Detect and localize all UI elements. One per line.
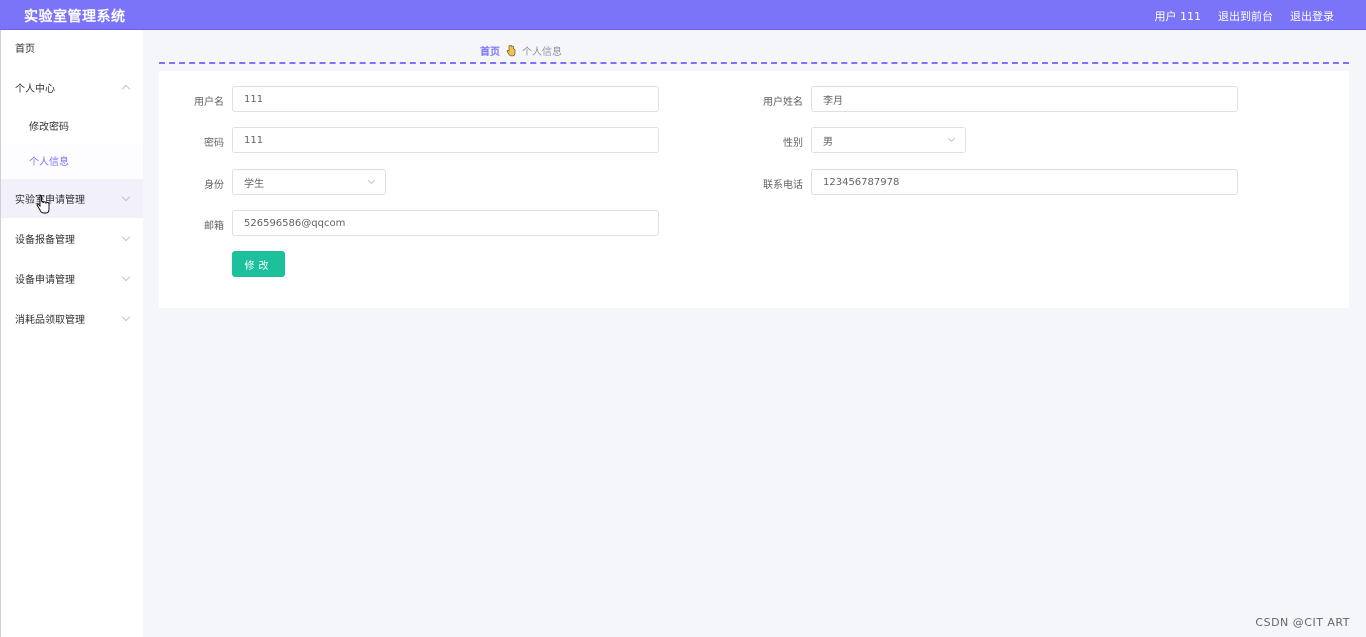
logout-link[interactable]: 退出登录 xyxy=(1290,8,1334,24)
header-actions: 用户 111 退出到前台 退出登录 xyxy=(1155,8,1335,24)
chevron-up-icon xyxy=(121,84,131,94)
phone-label: 联系电话 xyxy=(763,180,803,191)
chevron-down-icon xyxy=(121,312,131,322)
password-label: 密码 xyxy=(204,138,224,149)
sidebar-item-label: 设备申请管理 xyxy=(15,275,75,286)
breadcrumb-current: 个人信息 xyxy=(522,47,562,58)
sidebar-item-label: 修改密码 xyxy=(29,122,69,133)
sidebar-item-label: 消耗品领取管理 xyxy=(15,315,85,326)
role-label: 身份 xyxy=(204,180,224,191)
sidebar-subitem-change-password[interactable]: 修改密码 xyxy=(1,108,143,143)
chevron-down-icon xyxy=(121,192,131,202)
breadcrumb-home[interactable]: 首页 xyxy=(480,43,500,58)
sidebar-item-label: 实验室申请管理 xyxy=(15,195,85,206)
username-value: 111 xyxy=(244,93,264,105)
mouse-cursor-hand-icon xyxy=(36,195,50,214)
username-field[interactable]: 111 xyxy=(232,86,659,112)
chevron-down-icon xyxy=(947,134,956,143)
chevron-down-icon xyxy=(121,232,131,242)
sidebar-item-home[interactable]: 首页 xyxy=(1,28,143,67)
phone-value: 123456787978 xyxy=(823,176,900,188)
gender-value: 男 xyxy=(823,136,833,148)
sidebar-item-lab-application[interactable]: 实验室申请管理 xyxy=(1,179,143,218)
current-user-label: 用户 111 xyxy=(1154,10,1202,23)
sidebar-subitem-personal-info[interactable]: 个人信息 xyxy=(1,143,143,178)
realname-value: 李月 xyxy=(823,95,843,107)
role-value: 学生 xyxy=(244,178,264,190)
top-bar: 实验室管理系统 用户 111 退出到前台 退出登录 xyxy=(0,0,1366,30)
email-value: 526596586@qqcom xyxy=(244,217,346,229)
sidebar-item-label: 首页 xyxy=(15,44,35,55)
submit-edit-button[interactable]: 修改 xyxy=(232,251,285,277)
password-value: 111 xyxy=(244,134,264,146)
back-to-frontend-link[interactable]: 退出到前台 xyxy=(1218,8,1273,24)
sidebar-item-label: 个人信息 xyxy=(29,157,69,168)
email-field[interactable]: 526596586@qqcom xyxy=(232,210,659,236)
chevron-down-icon xyxy=(367,176,376,185)
sidebar: 首页 个人中心 修改密码 个人信息 实验室申请管理 设备报备管理 设备申请管理 … xyxy=(0,30,143,637)
breadcrumb: 首页 个人信息 xyxy=(480,43,562,58)
hand-separator-icon xyxy=(506,44,516,56)
sidebar-item-label: 个人中心 xyxy=(15,84,55,95)
sidebar-item-equipment-repair[interactable]: 设备报备管理 xyxy=(1,219,143,258)
sidebar-item-equipment-application[interactable]: 设备申请管理 xyxy=(1,259,143,298)
phone-field[interactable]: 123456787978 xyxy=(811,169,1238,195)
gender-label: 性别 xyxy=(783,138,803,149)
username-label: 用户名 xyxy=(194,97,224,108)
watermark: CSDN @CIT ART xyxy=(1255,616,1350,629)
sidebar-item-label: 设备报备管理 xyxy=(15,235,75,246)
sidebar-item-personal-center[interactable]: 个人中心 xyxy=(1,68,143,107)
chevron-down-icon xyxy=(121,272,131,282)
realname-label: 用户姓名 xyxy=(763,97,803,108)
breadcrumb-divider xyxy=(159,62,1349,64)
password-field[interactable]: 111 xyxy=(232,127,659,153)
realname-field[interactable]: 李月 xyxy=(811,86,1238,112)
role-select[interactable]: 学生 xyxy=(232,169,386,195)
app-title: 实验室管理系统 xyxy=(24,9,126,25)
email-label: 邮箱 xyxy=(204,221,224,232)
gender-select[interactable]: 男 xyxy=(811,127,966,153)
sidebar-item-consumables[interactable]: 消耗品领取管理 xyxy=(1,299,143,338)
